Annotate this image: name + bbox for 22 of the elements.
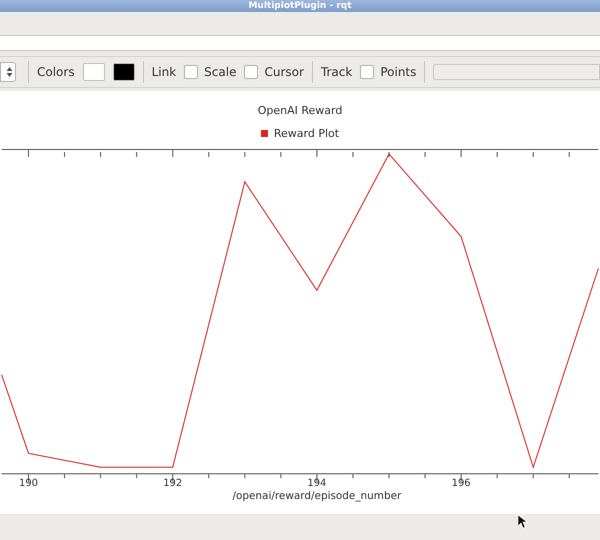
option-label: Link xyxy=(152,64,176,81)
tick-label: 190 xyxy=(19,478,38,490)
window-title: MultiplotPlugin - rqt xyxy=(248,2,352,10)
checkbox[interactable] xyxy=(184,65,198,79)
checkbox-label: Points xyxy=(380,64,416,81)
tick-label: 196 xyxy=(452,478,471,490)
checkbox-label: Cursor xyxy=(264,64,304,81)
checkbox-label: Scale xyxy=(204,64,236,81)
tick-label: 194 xyxy=(307,478,326,490)
option-label: Track xyxy=(320,64,352,81)
x-axis-label: /openai/reward/episode_number xyxy=(232,490,402,502)
checkbox[interactable] xyxy=(244,65,258,79)
spin-box[interactable] xyxy=(0,62,16,82)
checkbox[interactable] xyxy=(360,65,374,79)
spin-arrows-icon xyxy=(6,66,13,78)
plot-title: OpenAI Reward xyxy=(258,103,342,119)
color-swatch[interactable] xyxy=(82,63,105,81)
tick-label: 192 xyxy=(163,478,182,490)
colors-label: Colors xyxy=(37,64,75,81)
color-swatch[interactable] xyxy=(112,63,135,81)
text-field[interactable] xyxy=(433,64,600,80)
legend-label: Reward Plot xyxy=(274,126,340,142)
